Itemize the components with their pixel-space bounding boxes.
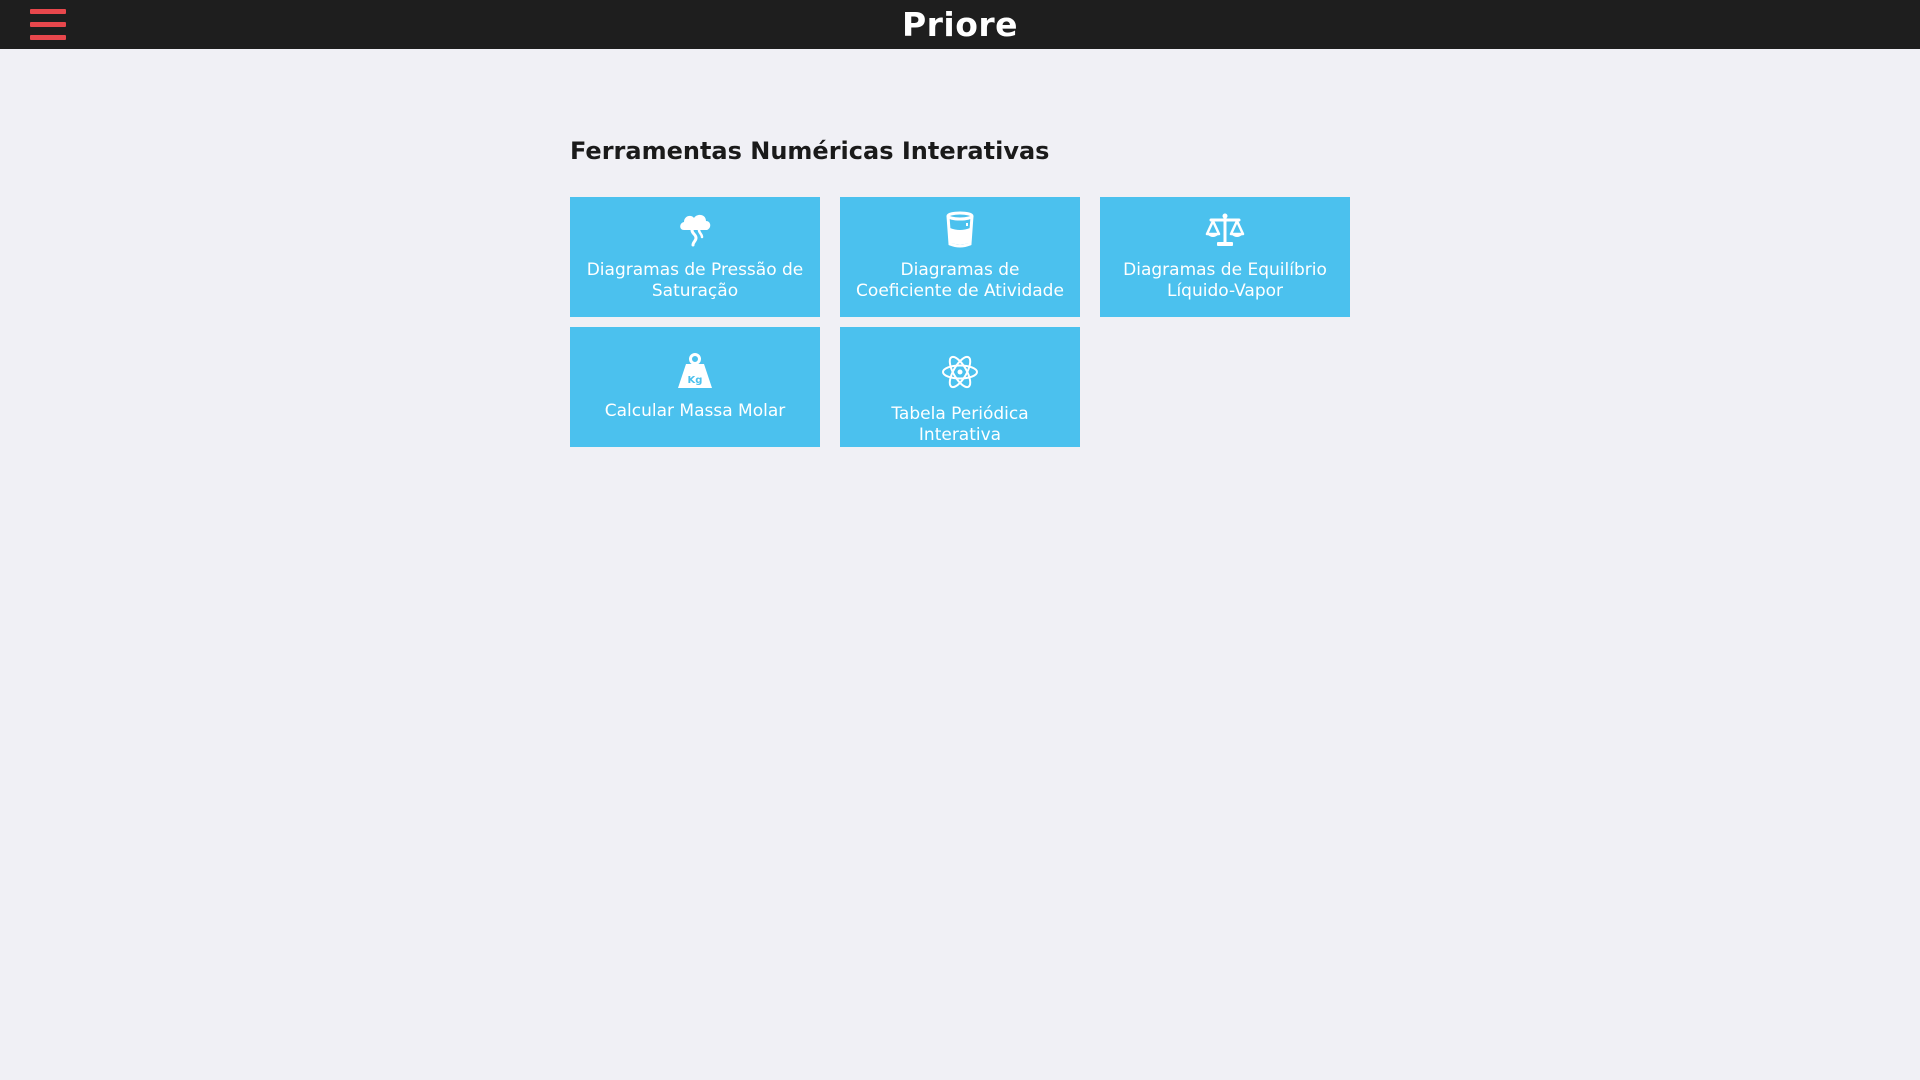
top-bar: Priore (0, 0, 1920, 49)
tile-activity-coefficient-diagrams[interactable]: Diagramas de Coeficiente de Atividade (840, 197, 1080, 317)
weight-kg-icon: Kg (675, 352, 715, 392)
tile-label: Diagramas de Equilíbrio Líquido-Vapor (1123, 260, 1327, 301)
section-title: Ferramentas Numéricas Interativas (570, 137, 1050, 165)
atom-icon (940, 352, 980, 392)
cloud-vapor-icon (675, 210, 715, 250)
tile-label: Diagramas de Coeficiente de Atividade (856, 260, 1064, 301)
beaker-icon (940, 210, 980, 250)
tile-label: Diagramas de Pressão de Saturação (586, 260, 804, 301)
tile-vle-diagrams[interactable]: Diagramas de Equilíbrio Líquido-Vapor (1100, 197, 1350, 317)
tile-saturation-pressure-diagrams[interactable]: Diagramas de Pressão de Saturação (570, 197, 820, 317)
app-title: Priore (901, 5, 1019, 44)
balance-scale-icon (1205, 210, 1245, 250)
hamburger-menu-icon[interactable] (30, 9, 66, 40)
tile-interactive-periodic-table[interactable]: Tabela Periódica Interativa (840, 327, 1080, 447)
svg-text:Kg: Kg (688, 375, 703, 386)
tile-label: Calcular Massa Molar (604, 401, 786, 421)
tile-label: Tabela Periódica Interativa (891, 404, 1029, 445)
tile-molar-mass-calculator[interactable]: Kg Calcular Massa Molar (570, 327, 820, 447)
